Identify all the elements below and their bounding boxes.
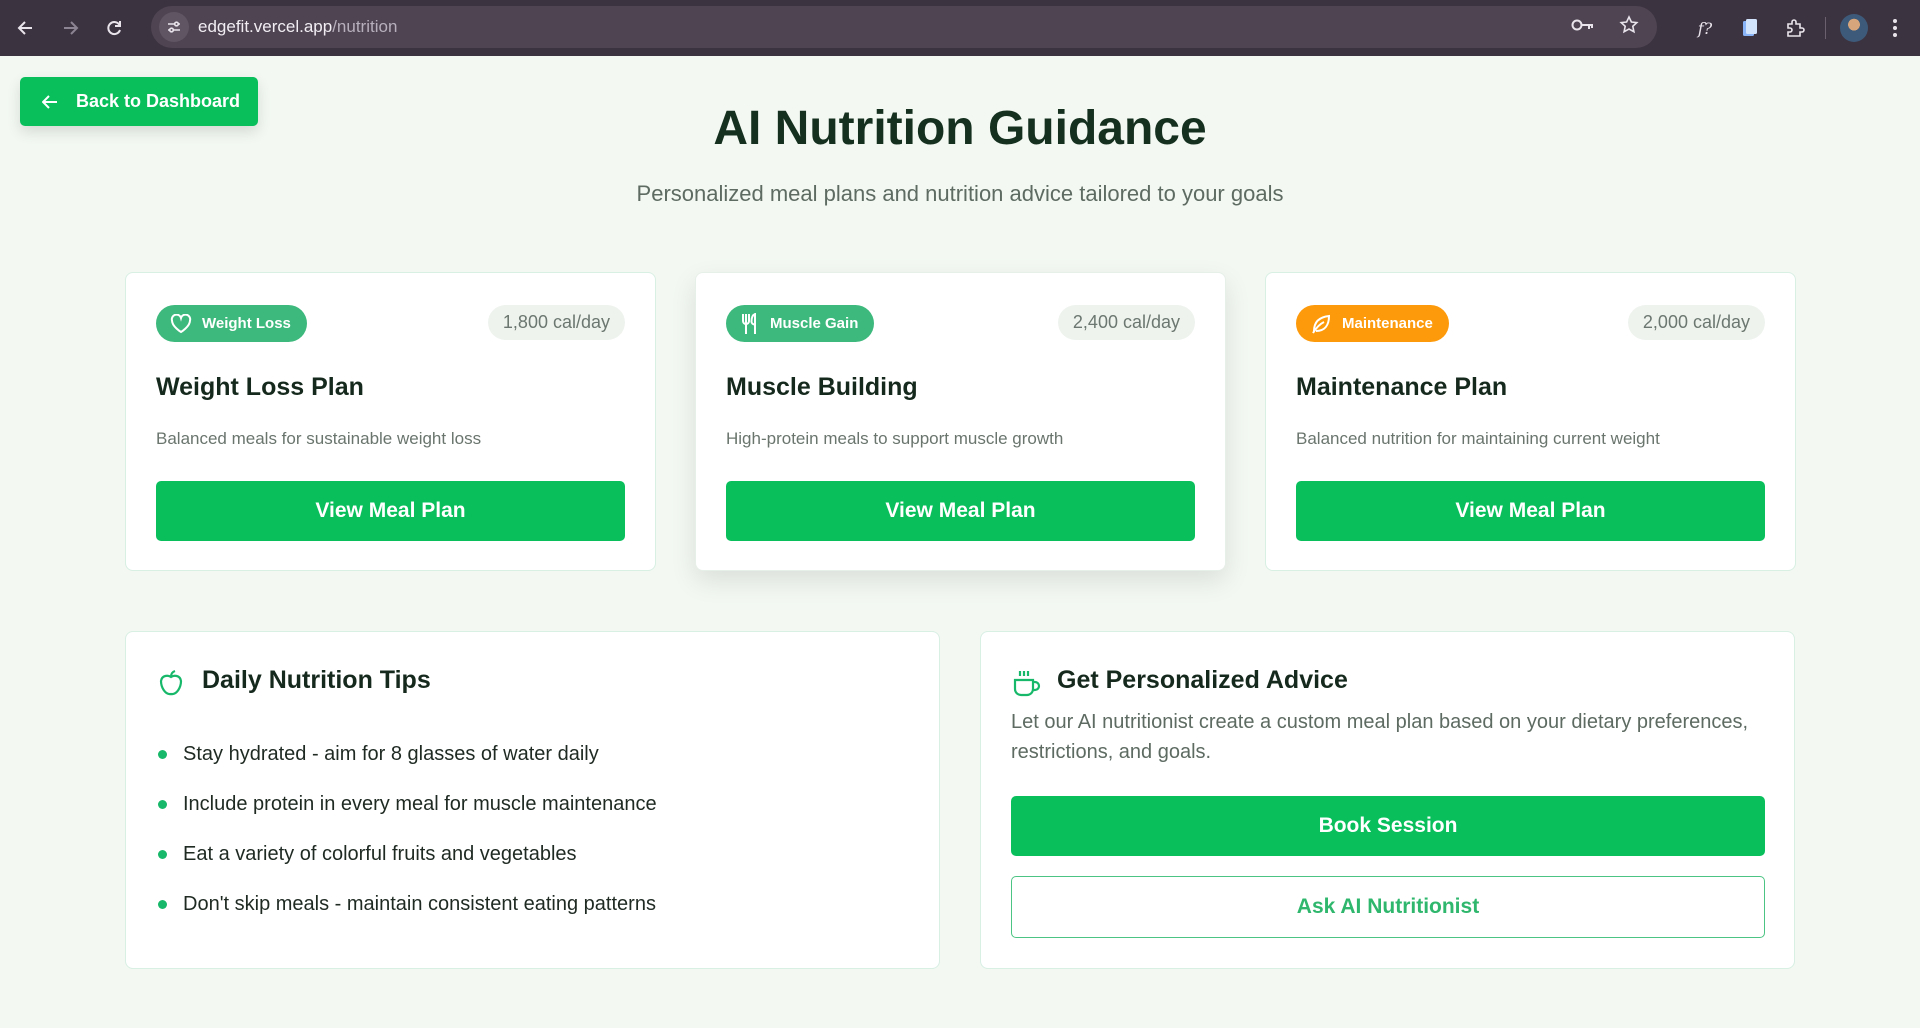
advice-description: Let our AI nutritionist create a custom … xyxy=(1011,711,1749,763)
page-title: AI Nutrition Guidance xyxy=(713,102,1207,155)
view-meal-plan-button[interactable]: View Meal Plan xyxy=(1296,481,1765,541)
coffee-cup-icon xyxy=(1011,668,1043,698)
plan-badge: Muscle Gain xyxy=(726,305,875,342)
plan-card-muscle-gain: Muscle Gain 2,400 cal/day Muscle Buildin… xyxy=(695,272,1226,571)
book-session-button[interactable]: Book Session xyxy=(1011,796,1765,856)
extension-font-icon[interactable]: f? xyxy=(1687,10,1723,46)
tip-text: Don't skip meals - maintain consistent e… xyxy=(183,892,656,915)
bullet-dot xyxy=(158,749,167,759)
plan-title: Maintenance Plan xyxy=(1296,373,1508,401)
back-icon[interactable] xyxy=(8,10,44,46)
plan-description: High-protein meals to support muscle gro… xyxy=(726,429,1064,448)
address-bar[interactable]: edgefit.vercel.app/nutrition xyxy=(151,6,1657,48)
tip-item: Eat a variety of colorful fruits and veg… xyxy=(156,829,657,879)
nutrition-tips-panel: Daily Nutrition Tips Stay hydrated - aim… xyxy=(125,631,940,969)
tip-text: Include protein in every meal for muscle… xyxy=(183,792,657,815)
url-text[interactable]: edgefit.vercel.app/nutrition xyxy=(198,17,397,37)
plan-badge-label: Muscle Gain xyxy=(770,315,859,332)
plan-badge-label: Maintenance xyxy=(1342,315,1433,332)
extension-doc-icon[interactable] xyxy=(1732,10,1768,46)
view-meal-plan-button[interactable]: View Meal Plan xyxy=(156,481,625,541)
personalized-advice-panel: Get Personalized Advice Let our AI nutri… xyxy=(980,631,1795,969)
menu-icon[interactable] xyxy=(1880,19,1910,37)
utensils-icon xyxy=(740,312,760,335)
plan-badge: Maintenance xyxy=(1296,305,1449,342)
plan-badge-label: Weight Loss xyxy=(202,315,291,332)
leaf-icon xyxy=(1310,313,1332,335)
tips-title: Daily Nutrition Tips xyxy=(202,666,431,694)
bullet-dot xyxy=(158,849,167,859)
url-host: edgefit.vercel.app xyxy=(198,17,333,36)
profile-avatar[interactable] xyxy=(1840,14,1868,42)
toolbar-divider xyxy=(1825,17,1826,39)
forward-icon[interactable] xyxy=(52,10,88,46)
bookmark-star-icon[interactable] xyxy=(1619,14,1639,40)
calorie-pill: 2,400 cal/day xyxy=(1057,305,1195,340)
browser-toolbar: edgefit.vercel.app/nutrition f? xyxy=(0,0,1920,56)
calorie-pill: 2,000 cal/day xyxy=(1627,305,1765,340)
extensions-puzzle-icon[interactable] xyxy=(1777,10,1813,46)
plan-card-maintenance: Maintenance 2,000 cal/day Maintenance Pl… xyxy=(1265,272,1796,571)
view-meal-plan-button[interactable]: View Meal Plan xyxy=(726,481,1195,541)
calorie-pill: 1,800 cal/day xyxy=(487,305,625,340)
reload-icon[interactable] xyxy=(96,10,132,46)
apple-icon xyxy=(156,668,186,698)
ask-ai-nutritionist-button[interactable]: Ask AI Nutritionist xyxy=(1011,876,1765,938)
bullet-dot xyxy=(158,799,167,809)
tip-item: Don't skip meals - maintain consistent e… xyxy=(156,879,657,929)
url-path: /nutrition xyxy=(332,17,398,36)
site-settings-icon[interactable] xyxy=(159,12,189,42)
bullet-dot xyxy=(158,899,167,909)
tip-item: Include protein in every meal for muscle… xyxy=(156,779,657,829)
tips-list: Stay hydrated - aim for 8 glasses of wat… xyxy=(156,729,657,929)
advice-title: Get Personalized Advice xyxy=(1057,666,1348,694)
tip-item: Stay hydrated - aim for 8 glasses of wat… xyxy=(156,729,657,779)
tip-text: Stay hydrated - aim for 8 glasses of wat… xyxy=(183,742,599,765)
tip-text: Eat a variety of colorful fruits and veg… xyxy=(183,842,577,865)
plan-title: Muscle Building xyxy=(726,373,918,401)
page-subtitle: Personalized meal plans and nutrition ad… xyxy=(636,181,1284,206)
plan-description: Balanced meals for sustainable weight lo… xyxy=(156,429,482,448)
plan-description: Balanced nutrition for maintaining curre… xyxy=(1296,429,1660,448)
plan-badge: Weight Loss xyxy=(156,305,307,342)
plan-card-weight-loss: Weight Loss 1,800 cal/day Weight Loss Pl… xyxy=(125,272,656,571)
password-key-icon[interactable] xyxy=(1571,17,1595,38)
plan-title: Weight Loss Plan xyxy=(156,373,364,401)
heart-icon xyxy=(170,313,192,334)
